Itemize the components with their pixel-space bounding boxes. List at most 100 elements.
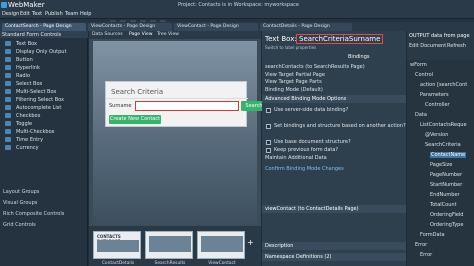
section-description[interactable]: Description xyxy=(262,242,406,250)
tree-node[interactable]: wForm xyxy=(410,62,427,68)
switch-label-link[interactable]: Switch to label properties xyxy=(265,45,316,50)
confirm-binding-link[interactable]: Confirm Binding Mode Changes xyxy=(265,166,344,172)
menu-publish[interactable]: Publish xyxy=(45,11,63,17)
group-rich-composite[interactable]: Rich Composite Controls xyxy=(0,211,88,218)
tab-contactdetails[interactable]: ContactDetails - Page Design xyxy=(260,23,352,31)
surname-input[interactable] xyxy=(135,101,239,111)
bindings-tab[interactable]: Bindings xyxy=(348,54,370,60)
tree-node[interactable]: Controller xyxy=(425,102,450,108)
base-doc-label: Use base document structure? xyxy=(274,139,351,145)
view-target-parts[interactable]: View Target Page Parts xyxy=(265,79,322,85)
page-preview: Search Criteria Surname Search Create Ne… xyxy=(93,41,267,225)
tree-node[interactable]: Control xyxy=(415,72,433,78)
advanced-section-header[interactable]: Advanced Binding Mode Options xyxy=(262,95,406,103)
tab-tree-view[interactable]: Tree View xyxy=(157,32,179,37)
thumbnail-contactdetails[interactable]: CONTACTS DATABASE ContactDetails xyxy=(93,231,141,266)
tab-viewcontacts[interactable]: ViewContacts - Page Design xyxy=(88,23,172,31)
multiselect-icon xyxy=(5,89,11,94)
palette-item-toggle[interactable]: Toggle xyxy=(0,120,88,128)
action-search-contacts[interactable]: searchContacts (to SearchResults Page) xyxy=(265,64,365,70)
palette-item-checkbox[interactable]: Checkbox xyxy=(0,112,88,120)
structure-checkbox[interactable] xyxy=(266,124,271,129)
tree-node[interactable]: StartNumber xyxy=(430,182,462,188)
menu-text[interactable]: Text xyxy=(32,11,42,17)
selectbox-icon xyxy=(5,81,11,86)
properties-panel: Text Box: SearchCriteriaSurname Switch t… xyxy=(262,31,406,266)
group-grid[interactable]: Grid Controls xyxy=(0,222,88,229)
tree-node[interactable]: ListContactsReque xyxy=(420,122,467,128)
create-contact-button[interactable]: Create New Contact xyxy=(109,115,161,124)
view-tabs: Data Sources Page View Tree View xyxy=(89,31,261,39)
refresh-button[interactable]: Refresh xyxy=(447,43,466,49)
palette-item-currency[interactable]: Currency xyxy=(0,144,88,152)
group-layout[interactable]: Layout Groups xyxy=(0,189,88,196)
palette-header[interactable]: Standard Form Controls xyxy=(0,31,88,38)
tree-node[interactable]: action [searchCont xyxy=(420,82,467,88)
keep-form-data-checkbox[interactable] xyxy=(266,148,271,153)
group-visual[interactable]: Visual Groups xyxy=(0,200,88,207)
palette-item-button[interactable]: Button xyxy=(0,56,88,64)
section-namespaces[interactable]: Namespace Definitions (2) xyxy=(262,253,406,261)
base-doc-checkbox[interactable] xyxy=(266,140,271,145)
tree-node[interactable]: ContactName xyxy=(430,152,467,158)
menu-design[interactable]: Design xyxy=(2,11,19,17)
palette-item-autocomplete[interactable]: Autocomplete List xyxy=(0,104,88,112)
palette-item-multicheckbox[interactable]: Multi-Checkbox xyxy=(0,128,88,136)
palette-item-time-entry[interactable]: Time Entry xyxy=(0,136,88,144)
edit-document-button[interactable]: Edit Document xyxy=(409,43,446,49)
palette-item-display-only[interactable]: Display Only Output xyxy=(0,48,88,56)
thumbnail-searchresults[interactable]: SearchResults xyxy=(145,231,193,266)
server-binding-checkbox[interactable] xyxy=(266,108,271,113)
palette-item-selectbox[interactable]: Select Box xyxy=(0,80,88,88)
data-tree-toolbar: OUTPUT data from page Edit Document Refr… xyxy=(407,31,474,60)
multicheckbox-icon xyxy=(5,129,11,134)
thumbnail-viewcontact[interactable]: ViewContact xyxy=(197,231,245,266)
tree-node[interactable]: OrderingType xyxy=(430,222,463,228)
tab-page-view[interactable]: Page View xyxy=(129,32,152,37)
palette-item-filtering-select[interactable]: Filtering Select Box xyxy=(0,96,88,104)
palette-item-multiselect[interactable]: Multi-Select Box xyxy=(0,88,88,96)
binding-mode[interactable]: Binding Mode (Default) xyxy=(265,87,323,93)
palette-item-textbox[interactable]: Text Box xyxy=(0,40,88,48)
tree-node[interactable]: Data xyxy=(415,112,427,118)
tab-data-sources[interactable]: Data Sources xyxy=(92,32,123,37)
tree-node[interactable]: SearchCriteria xyxy=(425,142,461,148)
title-bar: WebMaker Project: Contacts is in Workspa… xyxy=(0,0,474,10)
palette-item-hyperlink[interactable]: Hyperlink xyxy=(0,64,88,72)
structure-label: Set bindings and structure based on anot… xyxy=(274,123,406,129)
palette-header-label: Standard Form Controls xyxy=(2,32,62,38)
maintain-data-label[interactable]: Maintain Additional Data xyxy=(265,155,327,161)
tree-node[interactable]: FormData xyxy=(420,232,445,238)
tree-node[interactable]: TotalCount xyxy=(430,202,457,208)
menu-edit[interactable]: Edit xyxy=(20,11,30,17)
tree-node[interactable]: Parameters xyxy=(420,92,449,98)
tree-node[interactable]: PageNumber xyxy=(430,172,462,178)
palette-item-label: Radio xyxy=(16,73,31,79)
section-view-contact[interactable]: viewContact (to ContactDetails Page) xyxy=(262,205,406,213)
thumbnail-caption: SearchResults xyxy=(154,261,186,266)
radio-icon xyxy=(5,73,11,78)
menu-help[interactable]: Help xyxy=(80,11,91,17)
palette-item-label: Multi-Select Box xyxy=(16,89,57,95)
tree-node[interactable]: PageSize xyxy=(430,162,452,168)
tree-node[interactable]: Error xyxy=(420,252,432,258)
thumbnail-image xyxy=(201,236,243,252)
tab-contactsearch[interactable]: ContactSearch - Page Design xyxy=(2,23,86,31)
tree-node[interactable]: EndNumber xyxy=(430,192,460,198)
view-target-partial[interactable]: View Target Partial Page xyxy=(265,72,325,78)
palette-item-label: Hyperlink xyxy=(16,65,40,71)
currency-icon xyxy=(5,145,11,150)
clock-icon xyxy=(5,137,11,142)
menu-team[interactable]: Team xyxy=(65,11,78,17)
add-page-icon[interactable]: + xyxy=(247,238,254,247)
autocomplete-icon xyxy=(5,105,11,110)
tree-node[interactable]: OrderingField xyxy=(430,212,463,218)
palette-item-label: Display Only Output xyxy=(16,49,67,55)
palette-item-radio[interactable]: Radio xyxy=(0,72,88,80)
server-binding-label: Use server-side data binding? xyxy=(274,107,349,113)
card-heading: Search Criteria xyxy=(111,88,164,96)
tree-node[interactable]: Error xyxy=(415,242,427,248)
tab-viewcontact[interactable]: ViewContact - Page Design xyxy=(174,23,258,31)
tree-node[interactable]: @Version xyxy=(425,132,448,138)
palette-item-label: Button xyxy=(16,57,33,63)
